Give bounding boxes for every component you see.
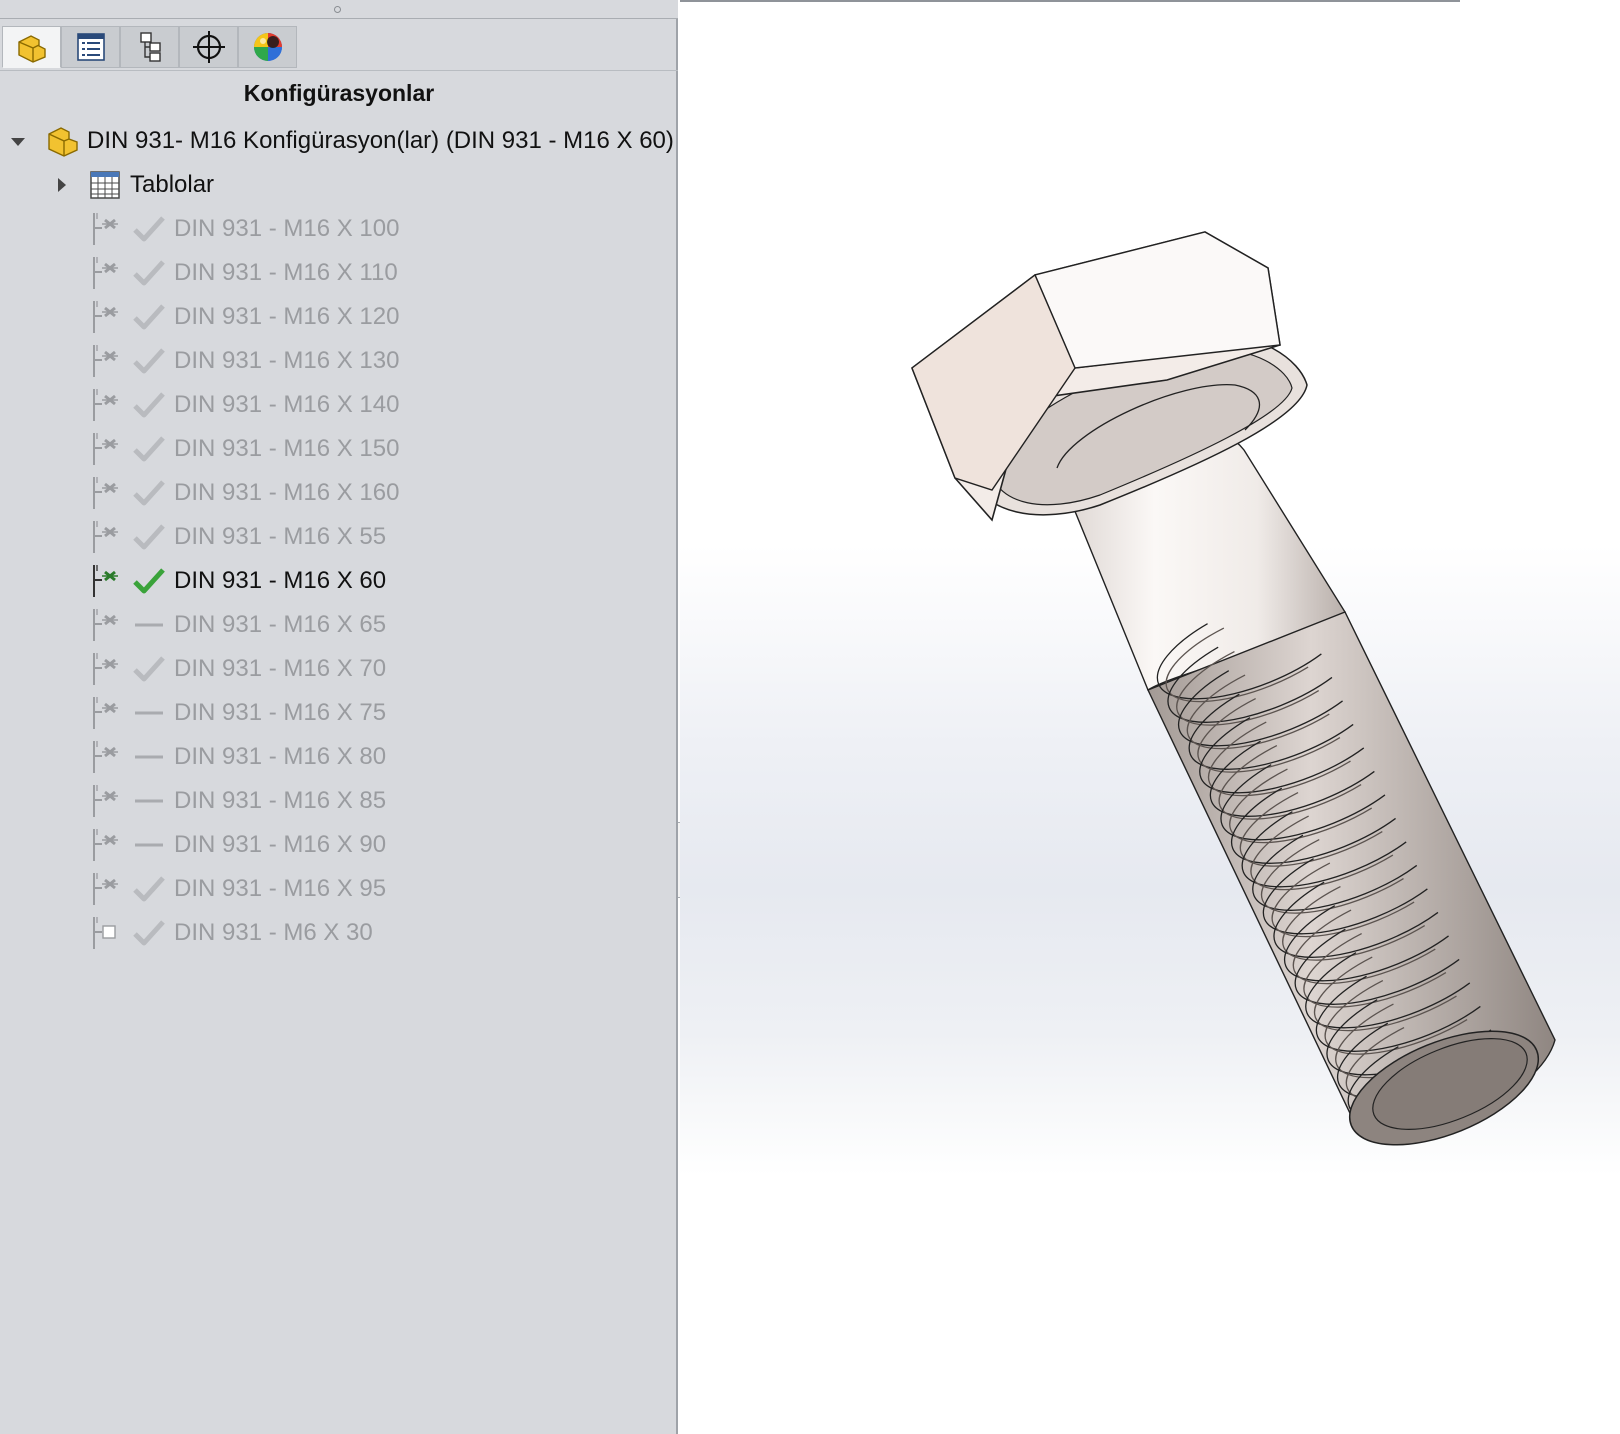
graphics-viewport[interactable] (680, 0, 1620, 1434)
configuration-item[interactable]: DIN 931 - M16 X 100 (0, 209, 676, 249)
configuration-icon (93, 521, 118, 553)
manager-tab-bar (0, 24, 678, 71)
dash-icon (135, 755, 163, 759)
configuration-label: DIN 931 - M6 X 30 (174, 919, 373, 946)
configuration-icon (93, 609, 118, 641)
tab-feature-manager[interactable] (2, 26, 61, 68)
hex-bolt-model[interactable] (680, 0, 1620, 1434)
configuration-icon (93, 433, 118, 465)
table-icon (90, 171, 120, 199)
configuration-item[interactable]: DIN 931 - M16 X 80 (0, 737, 676, 777)
crosshair-icon (192, 31, 225, 63)
dash-icon (135, 843, 163, 847)
configuration-label: DIN 931 - M16 X 130 (174, 347, 400, 374)
check-icon (133, 436, 165, 462)
tab-dimxpert-manager[interactable] (179, 26, 238, 68)
configuration-label: DIN 931 - M16 X 60 (174, 567, 387, 594)
collapse-arrow-icon[interactable] (11, 138, 25, 146)
configuration-label: DIN 931 - M16 X 55 (174, 523, 387, 550)
configuration-icon (93, 477, 118, 509)
configuration-label: DIN 931 - M16 X 75 (174, 699, 387, 726)
configuration-label: DIN 931 - M16 X 140 (174, 391, 400, 418)
configuration-item[interactable]: DIN 931 - M16 X 85 (0, 781, 676, 821)
configuration-icon (93, 213, 118, 245)
configuration-icon (93, 917, 116, 949)
configuration-label: DIN 931 - M16 X 80 (174, 743, 387, 770)
configuration-icon (93, 389, 118, 421)
part-icon (17, 35, 46, 63)
configuration-item[interactable]: DIN 931 - M16 X 70 (0, 649, 676, 689)
tab-configuration-manager[interactable] (120, 26, 179, 68)
panel-splitter[interactable] (0, 0, 678, 19)
tree-tables-row[interactable]: Tablolar (0, 165, 676, 205)
check-icon (133, 480, 165, 506)
configuration-item[interactable]: DIN 931 - M16 X 95 (0, 869, 676, 909)
configuration-label: DIN 931 - M16 X 160 (174, 479, 400, 506)
configuration-item[interactable]: DIN 931 - M16 X 75 (0, 693, 676, 733)
check-icon (133, 304, 165, 330)
configuration-item[interactable]: DIN 931 - M16 X 55 (0, 517, 676, 557)
dash-icon (135, 711, 163, 715)
viewport-top-border (680, 0, 1460, 2)
configuration-label: DIN 931 - M16 X 100 (174, 215, 400, 242)
configuration-manager-panel: Konfigürasyonlar DIN 931- M16 Konfigüras… (0, 0, 678, 1434)
configuration-icon (93, 873, 118, 905)
configuration-icon (93, 741, 118, 773)
configuration-item[interactable]: DIN 931 - M16 X 110 (0, 253, 676, 293)
configuration-icon (93, 301, 118, 333)
configuration-label: DIN 931 - M16 X 70 (174, 655, 387, 682)
configuration-item[interactable]: DIN 931 - M16 X 150 (0, 429, 676, 469)
configuration-item[interactable]: DIN 931 - M16 X 130 (0, 341, 676, 381)
configuration-label: DIN 931 - M16 X 85 (174, 787, 387, 814)
tab-property-manager[interactable] (61, 26, 120, 68)
configuration-item[interactable]: DIN 931 - M16 X 160 (0, 473, 676, 513)
property-list-icon (76, 33, 105, 61)
tables-label: Tablolar (130, 171, 215, 198)
configuration-label: DIN 931 - M16 X 65 (174, 611, 387, 638)
configuration-item[interactable]: DIN 931 - M16 X 120 (0, 297, 676, 337)
configuration-label: DIN 931 - M16 X 95 (174, 875, 387, 902)
expand-arrow-icon[interactable] (58, 178, 66, 192)
panel-title: Konfigürasyonlar (243, 80, 435, 106)
configuration-icon (93, 653, 118, 685)
dash-icon (135, 799, 163, 803)
check-icon (133, 392, 165, 418)
check-icon (133, 524, 165, 550)
check-icon (133, 216, 165, 242)
tree-root-row[interactable]: DIN 931- M16 Konfigürasyon(lar) (DIN 931… (0, 121, 676, 161)
check-icon (133, 656, 165, 682)
configuration-label: DIN 931 - M16 X 120 (174, 303, 400, 330)
check-icon (133, 568, 165, 594)
check-icon (133, 920, 165, 946)
configuration-icon (93, 785, 118, 817)
configuration-icon (93, 565, 118, 597)
check-icon (133, 260, 165, 286)
configuration-item[interactable]: DIN 931 - M16 X 60 (0, 561, 676, 601)
configuration-item[interactable]: DIN 931 - M16 X 65 (0, 605, 676, 645)
configuration-item[interactable]: DIN 931 - M16 X 140 (0, 385, 676, 425)
configuration-label: DIN 931 - M16 X 110 (174, 259, 398, 286)
tab-display-manager[interactable] (238, 26, 297, 68)
configuration-icon (93, 697, 118, 729)
configuration-tree-icon (139, 32, 161, 62)
configuration-label: DIN 931 - M16 X 90 (174, 831, 387, 858)
check-icon (133, 876, 165, 902)
configuration-item[interactable]: DIN 931 - M6 X 30 (0, 913, 676, 953)
configuration-icon (93, 345, 118, 377)
configuration-icon (93, 257, 118, 289)
configuration-label: DIN 931 - M16 X 150 (174, 435, 400, 462)
part-icon (48, 127, 78, 157)
dash-icon (135, 623, 163, 627)
root-config-label: DIN 931- M16 Konfigürasyon(lar) (DIN 931… (87, 127, 674, 154)
configuration-icon (93, 829, 118, 861)
appearance-sphere-icon (253, 33, 282, 61)
configuration-item[interactable]: DIN 931 - M16 X 90 (0, 825, 676, 865)
check-icon (133, 348, 165, 374)
